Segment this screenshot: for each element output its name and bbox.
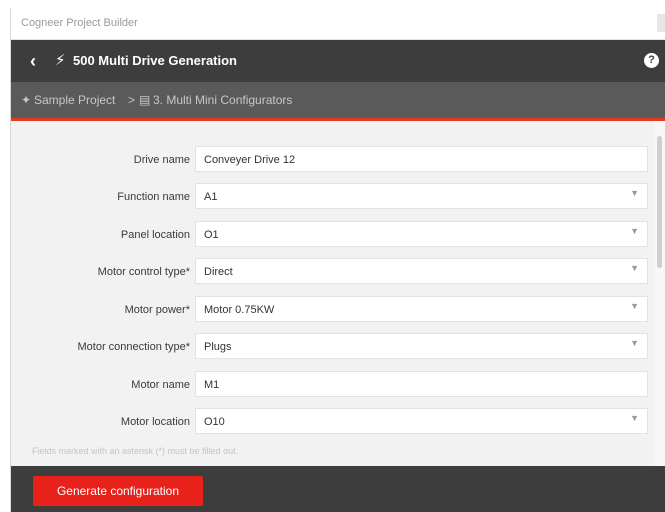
- form-row-motor-control-type: Motor control type* Direct ▼: [11, 258, 654, 286]
- field-label: Drive name: [133, 154, 190, 166]
- field-value: A1: [204, 191, 218, 203]
- form-row-motor-power: Motor power* Motor 0.75KW ▼: [11, 296, 654, 324]
- field-value: Direct: [204, 266, 233, 278]
- chevron-down-icon: ▼: [630, 413, 639, 423]
- footer-bar: Generate configuration: [11, 466, 665, 512]
- motor-power-select[interactable]: Motor 0.75KW ▼: [195, 296, 648, 322]
- panel-location-select[interactable]: O1 ▼: [195, 221, 648, 247]
- project-icon: ✦: [21, 93, 32, 107]
- app-header: ‹ ⚡︎ 500 Multi Drive Generation ?: [11, 40, 665, 82]
- lightning-icon: ⚡︎: [55, 52, 66, 69]
- window-control[interactable]: [657, 14, 665, 32]
- breadcrumb-separator: >: [128, 93, 136, 107]
- motor-connection-type-select[interactable]: Plugs ▼: [195, 333, 648, 359]
- field-value: Conveyer Drive 12: [204, 154, 296, 166]
- motor-name-input[interactable]: M1: [195, 371, 648, 397]
- help-button[interactable]: ?: [644, 53, 659, 68]
- function-name-select[interactable]: A1 ▼: [195, 183, 648, 209]
- field-label: Motor location: [120, 416, 190, 428]
- scrollbar-thumb[interactable]: [657, 136, 662, 268]
- required-fields-note: Fields marked with an asterisk (*) must …: [32, 446, 239, 456]
- field-value: Motor 0.75KW: [204, 304, 275, 316]
- field-value: Plugs: [204, 341, 232, 353]
- field-value: O1: [204, 229, 219, 241]
- field-label: Motor power*: [124, 304, 190, 316]
- form-row-panel-location: Panel location O1 ▼: [11, 221, 654, 249]
- field-label: Motor control type*: [97, 266, 190, 278]
- form-row-function-name: Function name A1 ▼: [11, 183, 654, 211]
- drive-name-input[interactable]: Conveyer Drive 12: [195, 146, 648, 172]
- field-value: O10: [204, 416, 225, 428]
- form-row-motor-connection-type: Motor connection type* Plugs ▼: [11, 333, 654, 361]
- chevron-down-icon: ▼: [630, 263, 639, 273]
- field-label: Motor name: [131, 379, 190, 391]
- breadcrumb-configurator[interactable]: 3. Multi Mini Configurators: [153, 93, 292, 107]
- chevron-down-icon: ▼: [630, 338, 639, 348]
- page-title: 500 Multi Drive Generation: [73, 53, 237, 68]
- motor-location-select[interactable]: O10 ▼: [195, 408, 648, 434]
- breadcrumb-project[interactable]: Sample Project: [34, 93, 115, 107]
- field-label: Panel location: [120, 229, 190, 241]
- form-icon: ▤: [139, 93, 151, 107]
- field-label: Motor connection type*: [77, 341, 190, 353]
- chevron-down-icon: ▼: [630, 188, 639, 198]
- window-titlebar: Cogneer Project Builder: [11, 8, 665, 40]
- chevron-down-icon: ▼: [630, 301, 639, 311]
- window-title: Cogneer Project Builder: [21, 17, 138, 29]
- field-value: M1: [204, 379, 220, 391]
- form-row-motor-location: Motor location O10 ▼: [11, 408, 654, 436]
- form-row-drive-name: Drive name Conveyer Drive 12: [11, 146, 654, 174]
- question-icon: ?: [648, 54, 655, 66]
- field-label: Function name: [117, 191, 190, 203]
- generate-configuration-button[interactable]: Generate configuration: [33, 476, 203, 506]
- motor-control-type-select[interactable]: Direct ▼: [195, 258, 648, 284]
- configuration-form: Drive name Conveyer Drive 12 Function na…: [11, 121, 654, 466]
- chevron-left-icon: ‹: [30, 51, 36, 71]
- app-window: Cogneer Project Builder ‹ ⚡︎ 500 Multi D…: [10, 8, 665, 512]
- form-row-motor-name: Motor name M1: [11, 371, 654, 399]
- back-button[interactable]: ‹: [17, 45, 49, 77]
- breadcrumb: ✦ Sample Project > ▤ 3. Multi Mini Confi…: [11, 82, 665, 121]
- chevron-down-icon: ▼: [630, 226, 639, 236]
